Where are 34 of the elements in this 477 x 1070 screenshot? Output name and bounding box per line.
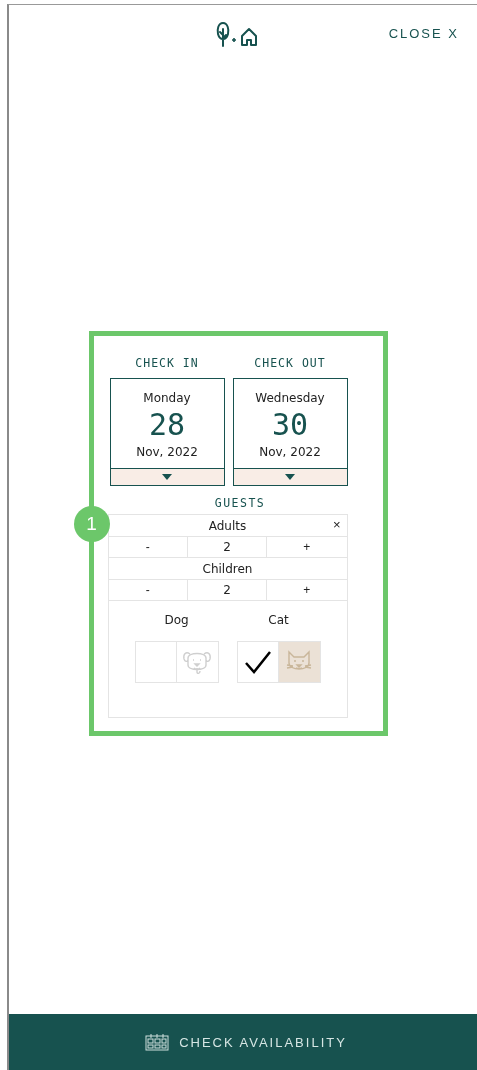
- date-card[interactable]: Monday 28 Nov, 2022: [109, 378, 225, 486]
- date-card[interactable]: Wednesday 30 Nov, 2022: [232, 378, 348, 486]
- pet-label: Dog: [164, 613, 189, 627]
- pet-label: Cat: [268, 613, 289, 627]
- caret-icon: [285, 474, 295, 480]
- minus-button[interactable]: -: [108, 537, 188, 557]
- pet-checkbox[interactable]: [236, 641, 321, 683]
- date-label: CHECK OUT: [254, 356, 326, 370]
- weekday-text: Wednesday: [255, 391, 325, 405]
- tree-house-logo-icon: [216, 21, 260, 47]
- number-badge: 1: [73, 506, 110, 542]
- pet-checkbox[interactable]: [134, 641, 219, 683]
- caret-icon: [162, 474, 172, 480]
- counter-label: Children: [202, 561, 253, 576]
- day-number: 28: [148, 407, 186, 443]
- date-label: CHECK IN: [135, 356, 199, 370]
- month-year-text: Nov, 2022: [259, 445, 321, 459]
- day-number: 30: [271, 407, 309, 443]
- check-availability-button[interactable]: CHECK AVAILABILITY: [9, 1014, 477, 1070]
- check-icon: [243, 650, 272, 674]
- close-button[interactable]: ×: [332, 517, 341, 532]
- month-year-text: Nov, 2022: [136, 445, 198, 459]
- counter-value: 2: [187, 580, 268, 600]
- close-button[interactable]: CLOSE X: [388, 26, 459, 41]
- minus-button[interactable]: -: [108, 580, 188, 600]
- calendar-icon: [145, 1033, 170, 1051]
- dropdown-toggle[interactable]: [110, 468, 224, 485]
- counter-label: Adults: [208, 518, 247, 533]
- plus-button[interactable]: +: [267, 537, 347, 557]
- plus-button[interactable]: +: [267, 580, 347, 600]
- weekday-text: Monday: [143, 391, 191, 405]
- counter-value: 2: [187, 537, 268, 557]
- guests-title: GUESTS: [213, 496, 267, 510]
- dropdown-toggle[interactable]: [233, 468, 347, 485]
